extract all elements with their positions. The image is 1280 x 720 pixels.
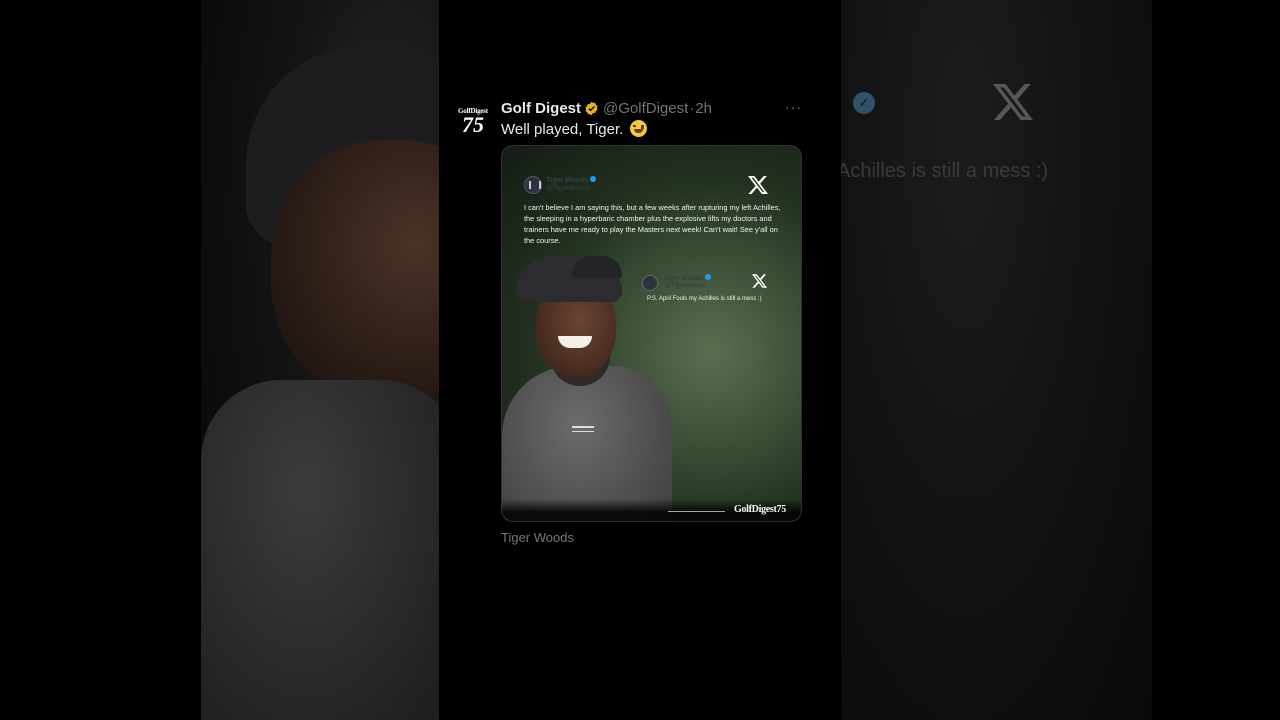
embedded-reply-verified-icon bbox=[705, 274, 712, 280]
tweet-text-row: Well played, Tiger. bbox=[501, 120, 648, 138]
embedded-author-row: Tiger Woods bbox=[546, 176, 597, 184]
background-tweet-text: Achilles is still a mess :) bbox=[841, 160, 1049, 182]
more-options-icon[interactable]: ··· bbox=[785, 99, 802, 115]
tears-of-joy-emoji-icon bbox=[630, 120, 648, 137]
embedded-avatar bbox=[524, 176, 542, 194]
media-caption: Tiger Woods bbox=[501, 530, 574, 545]
background-blurred-photo-right: ✓ Achilles is still a mess :) bbox=[841, 0, 1152, 720]
background-verified-icon: ✓ bbox=[853, 92, 875, 114]
tweet-time[interactable]: 2h bbox=[695, 100, 712, 117]
avatar-number: 75 bbox=[462, 112, 484, 137]
author-handle[interactable]: @GolfDigest bbox=[603, 100, 688, 117]
embedded-reply-handle: @TigerWoods bbox=[664, 282, 706, 289]
golf-digest-avatar[interactable]: GolfDigest 75 bbox=[458, 108, 488, 138]
embedded-reply-author-row: Tiger Woods bbox=[664, 274, 712, 282]
background-blurred-photo-left bbox=[201, 0, 439, 720]
verified-badge-icon[interactable] bbox=[584, 101, 599, 116]
embedded-tweet-text: I can't believe I am saying this, but a … bbox=[524, 203, 781, 245]
author-name[interactable]: Golf Digest bbox=[501, 100, 581, 117]
embedded-author-name: Tiger Woods bbox=[546, 177, 589, 184]
photo-sweater-logo bbox=[572, 426, 594, 432]
media-footer-divider bbox=[668, 511, 725, 512]
embedded-reply-author-name: Tiger Woods bbox=[664, 275, 704, 282]
header-separator: · bbox=[689, 100, 695, 117]
background-sweater bbox=[201, 380, 439, 720]
embedded-reply-text: P.S. April Fools my Achilles is still a … bbox=[647, 296, 762, 302]
photo-cap-brim bbox=[572, 256, 622, 278]
x-logo-small-icon bbox=[752, 274, 767, 288]
tweet-text: Well played, Tiger. bbox=[501, 121, 624, 138]
background-x-logo-icon bbox=[993, 84, 1033, 120]
x-logo-icon bbox=[748, 176, 768, 194]
embedded-author-handle: @TigerWoods bbox=[546, 185, 591, 192]
tweet-header: Golf Digest @GolfDigest · 2h bbox=[501, 100, 712, 117]
golf-digest-watermark: GolfDigest75 bbox=[734, 504, 786, 515]
embedded-reply-avatar bbox=[642, 275, 658, 291]
embedded-verified-icon bbox=[590, 176, 597, 182]
tweet-media-image[interactable]: Tiger Woods @TigerWoods I can't believe … bbox=[501, 145, 802, 522]
